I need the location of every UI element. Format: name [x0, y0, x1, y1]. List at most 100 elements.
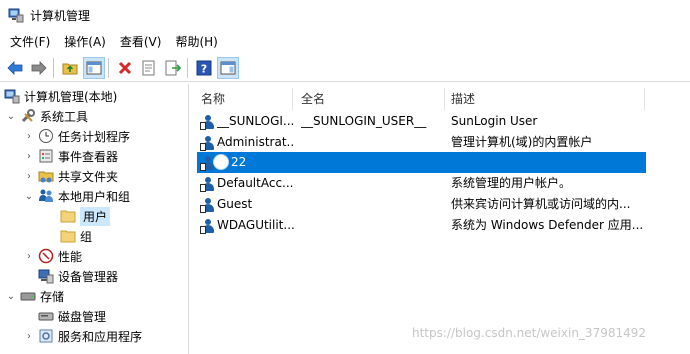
folder-icon [60, 228, 76, 244]
folder-icon [60, 208, 76, 224]
disk-icon [38, 308, 54, 324]
column-header-fullname[interactable]: 全名 [293, 88, 443, 110]
tree-item-local-users-groups[interactable]: ⌄ 本地用户和组 [24, 186, 130, 206]
user-name: DefaultAcc... [217, 176, 294, 190]
user-description [451, 152, 645, 173]
tree-item-groups[interactable]: 组 [46, 226, 92, 246]
toolbar-separator [108, 57, 109, 78]
delete-icon [118, 61, 132, 74]
user-description: 供来宾访问计算机或访问域的内... [451, 197, 631, 211]
column-header-name[interactable]: 名称 [193, 88, 291, 110]
storage-icon [20, 288, 36, 304]
console-tree: 计算机管理(本地) ⌄ 系统工具 › 任务计划程序 › 事件查看器 › 共享文件… [0, 84, 189, 354]
user-description: 系统管理的用户帐户。 [451, 176, 572, 190]
user-fullname: __SUNLOGIN_USER__ [301, 114, 427, 128]
user-name: __SUNLOGI... [217, 114, 295, 128]
help-icon: ? [196, 60, 212, 75]
tree-item-label: 存储 [40, 289, 65, 304]
export-list-button[interactable] [162, 57, 184, 79]
toolbar-separator [187, 57, 188, 78]
device-manager-icon [38, 268, 54, 284]
list-item[interactable]: DefaultAcc... 系统管理的用户帐户。 [197, 173, 646, 194]
svg-text:?: ? [201, 62, 207, 75]
chevron-right-icon[interactable]: › [24, 151, 34, 162]
menu-action[interactable]: 操作(A) [57, 31, 113, 53]
chevron-right-icon[interactable]: › [24, 331, 34, 342]
user-description: 系统为 Windows Defender 应用... [451, 218, 644, 232]
menu-help[interactable]: 帮助(H) [168, 31, 224, 53]
menu-view[interactable]: 查看(V) [113, 31, 169, 53]
list-item-selected[interactable]: 22 [197, 152, 646, 173]
chevron-down-icon[interactable]: ⌄ [24, 191, 34, 202]
list-item[interactable]: Guest 供来宾访问计算机或访问域的内... [197, 194, 646, 215]
menu-bar: 文件(F) 操作(A) 查看(V) 帮助(H) [0, 31, 690, 53]
column-header-description[interactable]: 描述 [443, 88, 643, 110]
tree-item-event-viewer[interactable]: › 事件查看器 [24, 146, 118, 166]
computer-management-icon [4, 88, 20, 104]
event-viewer-icon [38, 148, 54, 164]
action-pane-icon [220, 61, 236, 74]
toolbar: ? [0, 54, 690, 82]
forward-button[interactable] [28, 57, 50, 79]
user-fullname [301, 132, 445, 153]
column-divider[interactable] [644, 88, 645, 110]
user-icon [200, 197, 216, 213]
tree-item-label: 本地用户和组 [58, 189, 131, 204]
menu-file[interactable]: 文件(F) [3, 31, 57, 53]
forward-icon [31, 60, 47, 75]
show-hide-tree-icon [86, 61, 102, 74]
user-fullname [301, 194, 445, 215]
tree-item-task-scheduler[interactable]: › 任务计划程序 [24, 126, 130, 146]
tree-item-services-apps[interactable]: › 服务和应用程序 [24, 326, 142, 346]
list-item[interactable]: Administrat... 管理计算机(域)的内置帐户 [197, 132, 646, 153]
tree-item-label: 计算机管理(本地) [24, 89, 118, 104]
clock-icon [38, 128, 54, 144]
title-bar: 计算机管理 [0, 0, 690, 30]
delete-button[interactable] [114, 57, 136, 79]
chevron-right-icon[interactable]: › [24, 131, 34, 142]
tree-item-label: 用户 [80, 206, 111, 226]
chevron-down-icon[interactable]: ⌄ [6, 111, 16, 122]
user-icon [200, 176, 216, 192]
chevron-down-icon[interactable]: ⌄ [6, 291, 16, 302]
user-name: 22 [231, 155, 247, 169]
tree-item-label: 共享文件夹 [58, 169, 119, 184]
tree-item-label: 服务和应用程序 [58, 329, 143, 344]
user-description: SunLogin User [451, 114, 538, 128]
chevron-right-icon[interactable]: › [24, 251, 34, 262]
user-name: WDAGUtilit... [217, 218, 295, 232]
tree-item-disk-management[interactable]: 磁盘管理 [24, 306, 106, 326]
tree-item-users[interactable]: 用户 [46, 206, 111, 226]
up-one-level-button[interactable] [59, 57, 81, 79]
tree-item-label: 性能 [58, 249, 83, 264]
back-icon [7, 60, 23, 75]
tree-item-root[interactable]: 计算机管理(本地) [4, 86, 117, 106]
computer-management-icon [8, 7, 24, 23]
tree-item-device-manager[interactable]: 设备管理器 [24, 266, 118, 286]
show-hide-action-pane-button[interactable] [217, 56, 239, 79]
services-icon [38, 328, 54, 344]
user-fullname [301, 152, 445, 173]
user-fullname [301, 215, 445, 236]
tree-item-system-tools[interactable]: ⌄ 系统工具 [6, 106, 88, 126]
list-item[interactable]: WDAGUtilit... 系统为 Windows Defender 应用... [197, 215, 646, 236]
tree-item-label: 设备管理器 [58, 269, 119, 284]
user-description: 管理计算机(域)的内置帐户 [451, 135, 593, 149]
show-hide-console-tree-button[interactable] [83, 56, 105, 79]
properties-icon [142, 60, 155, 75]
toolbar-separator [53, 57, 54, 78]
back-button[interactable] [4, 57, 26, 79]
chevron-right-icon[interactable]: › [24, 171, 34, 182]
tree-item-performance[interactable]: › 性能 [24, 246, 82, 266]
tree-item-label: 任务计划程序 [58, 129, 131, 144]
tree-item-shared-folders[interactable]: › 共享文件夹 [24, 166, 118, 186]
user-name: Administrat... [217, 135, 295, 149]
help-button[interactable]: ? [193, 57, 215, 79]
list-item[interactable]: __SUNLOGI... __SUNLOGIN_USER__ SunLogin … [197, 111, 646, 132]
users-group-icon [38, 188, 54, 204]
results-pane: 名称 全名 描述 __SUNLOGI... __SUNLOGIN_USER__ … [193, 84, 690, 354]
tools-icon [20, 108, 36, 124]
properties-button[interactable] [138, 57, 160, 79]
user-icon [200, 135, 216, 151]
tree-item-storage[interactable]: ⌄ 存储 [6, 286, 64, 306]
